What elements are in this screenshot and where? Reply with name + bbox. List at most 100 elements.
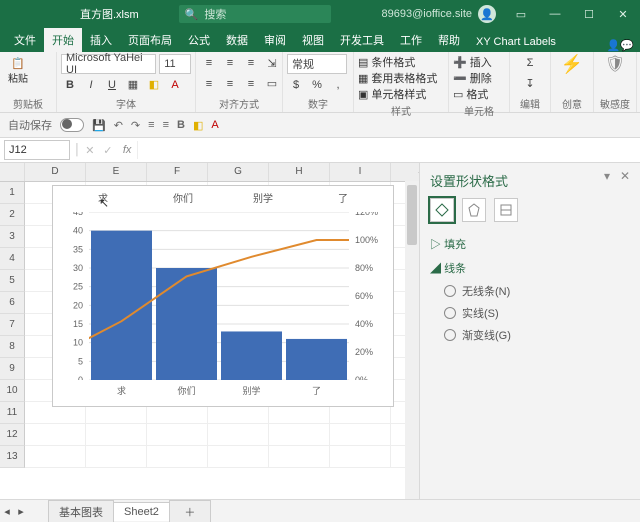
- new-sheet-icon[interactable]: ＋: [169, 500, 211, 522]
- fill-section[interactable]: ▷ 填充: [430, 236, 630, 252]
- percent-icon[interactable]: %: [308, 76, 326, 94]
- tab-layout[interactable]: 页面布局: [120, 28, 180, 52]
- currency-icon[interactable]: $: [287, 76, 305, 94]
- tab-work[interactable]: 工作: [392, 28, 430, 52]
- tab-data[interactable]: 数据: [218, 28, 256, 52]
- select-all-corner[interactable]: [0, 163, 25, 181]
- font-name-combo[interactable]: Microsoft YaHei UI: [61, 54, 156, 74]
- comments-icon[interactable]: 💬: [620, 39, 634, 52]
- row-header[interactable]: 8: [0, 336, 25, 358]
- name-box[interactable]: J12: [4, 140, 70, 160]
- vertical-scrollbar[interactable]: [405, 181, 419, 499]
- tab-insert[interactable]: 插入: [82, 28, 120, 52]
- enter-formula-icon[interactable]: ✓: [99, 141, 117, 159]
- row-header[interactable]: 6: [0, 292, 25, 314]
- qat-align-left-icon[interactable]: ≡: [148, 119, 154, 131]
- tab-home[interactable]: 开始: [44, 28, 82, 52]
- sheet-nav-first-icon[interactable]: ◂: [0, 505, 14, 518]
- save-icon[interactable]: 💾: [92, 119, 106, 132]
- border-button[interactable]: ▦: [124, 76, 142, 94]
- underline-button[interactable]: U: [103, 76, 121, 94]
- redo-icon[interactable]: ↷: [131, 119, 140, 132]
- size-tab-icon[interactable]: [494, 198, 518, 222]
- align-center-icon[interactable]: ≡: [221, 75, 239, 93]
- col-header[interactable]: G: [208, 163, 269, 181]
- align-top-icon[interactable]: ≡: [200, 54, 218, 72]
- search-box[interactable]: 🔍 搜索: [179, 5, 331, 23]
- minimize-icon[interactable]: —: [538, 0, 572, 28]
- align-left-icon[interactable]: ≡: [200, 75, 218, 93]
- autosum-icon[interactable]: Σ: [514, 54, 546, 72]
- autosave-toggle[interactable]: [60, 118, 84, 132]
- sensitivity-icon[interactable]: 🛡: [605, 54, 625, 74]
- table-format-button[interactable]: ▦ 套用表格格式: [358, 70, 444, 86]
- row-header[interactable]: 13: [0, 446, 25, 468]
- font-color-button[interactable]: A: [166, 76, 184, 94]
- row-header[interactable]: 3: [0, 226, 25, 248]
- pane-close-icon[interactable]: ✕: [620, 169, 630, 183]
- cancel-formula-icon[interactable]: ✕: [81, 141, 99, 159]
- close-icon[interactable]: ✕: [606, 0, 640, 28]
- row-header[interactable]: 1: [0, 182, 25, 204]
- radio-solid-line[interactable]: 实线(S): [444, 305, 630, 321]
- sheet-tab[interactable]: 基本图表: [48, 500, 114, 522]
- col-header[interactable]: I: [330, 163, 391, 181]
- paste-button[interactable]: 📋粘贴: [4, 54, 32, 88]
- row-header[interactable]: 9: [0, 358, 25, 380]
- number-format-combo[interactable]: 常规: [287, 54, 347, 74]
- font-size-combo[interactable]: 11: [159, 54, 191, 74]
- align-mid-icon[interactable]: ≡: [221, 54, 239, 72]
- row-header[interactable]: 2: [0, 204, 25, 226]
- tab-xychart[interactable]: XY Chart Labels: [468, 32, 564, 52]
- col-header[interactable]: E: [86, 163, 147, 181]
- tab-view[interactable]: 视图: [294, 28, 332, 52]
- comma-icon[interactable]: ,: [329, 76, 347, 94]
- delete-cells-button[interactable]: ➖ 删除: [453, 70, 505, 86]
- align-right-icon[interactable]: ≡: [242, 75, 260, 93]
- ribbon-display-icon[interactable]: ▭: [504, 0, 538, 28]
- effects-tab-icon[interactable]: [462, 198, 486, 222]
- tab-formula[interactable]: 公式: [180, 28, 218, 52]
- embedded-chart[interactable]: 求 你们 别学 了 ↖ 051015202530354045 0%20%40%6…: [52, 185, 394, 407]
- row-header[interactable]: 7: [0, 314, 25, 336]
- account-label[interactable]: 89693@ioffice.site: [382, 8, 472, 20]
- share-icon[interactable]: 👤: [607, 39, 621, 52]
- merge-icon[interactable]: ▭: [263, 75, 281, 93]
- tab-help[interactable]: 帮助: [430, 28, 468, 52]
- sheet-nav-last-icon[interactable]: ▸: [14, 505, 28, 518]
- tab-dev[interactable]: 开发工具: [332, 28, 392, 52]
- col-header[interactable]: D: [25, 163, 86, 181]
- bold-button[interactable]: B: [61, 76, 79, 94]
- row-header[interactable]: 5: [0, 270, 25, 292]
- fill-line-tab-icon[interactable]: [430, 198, 454, 222]
- row-header[interactable]: 10: [0, 380, 25, 402]
- qat-bold-icon[interactable]: B: [177, 119, 185, 131]
- fx-icon[interactable]: fx: [117, 144, 138, 156]
- format-cells-button[interactable]: ▭ 格式: [453, 86, 505, 102]
- row-header[interactable]: 11: [0, 402, 25, 424]
- formula-input[interactable]: [137, 141, 640, 159]
- cell-style-button[interactable]: ▣ 单元格样式: [358, 86, 444, 102]
- col-header[interactable]: H: [269, 163, 330, 181]
- cond-format-button[interactable]: ▤ 条件格式: [358, 54, 444, 70]
- undo-icon[interactable]: ↶: [114, 119, 123, 132]
- italic-button[interactable]: I: [82, 76, 100, 94]
- fill-icon[interactable]: ↧: [514, 75, 546, 93]
- ideas-icon[interactable]: ⚡: [561, 54, 583, 75]
- qat-fill-color-icon[interactable]: ◧: [193, 119, 203, 132]
- maximize-icon[interactable]: ☐: [572, 0, 606, 28]
- col-header[interactable]: F: [147, 163, 208, 181]
- pane-menu-icon[interactable]: ▾: [604, 169, 610, 183]
- radio-gradient-line[interactable]: 渐变线(G): [444, 327, 630, 343]
- qat-font-color-icon[interactable]: A: [211, 119, 218, 131]
- sheet-tab[interactable]: Sheet2: [113, 502, 170, 521]
- fill-color-button[interactable]: ◧: [145, 76, 163, 94]
- avatar[interactable]: 👤: [478, 5, 496, 23]
- insert-cells-button[interactable]: ➕ 插入: [453, 54, 505, 70]
- worksheet[interactable]: D E F G H I J 12345678910111213 求 你们 别学 …: [0, 163, 419, 499]
- row-header[interactable]: 4: [0, 248, 25, 270]
- tab-file[interactable]: 文件: [6, 28, 44, 52]
- qat-align-center-icon[interactable]: ≡: [163, 119, 169, 131]
- radio-no-line[interactable]: 无线条(N): [444, 283, 630, 299]
- orient-icon[interactable]: ⇲: [263, 54, 281, 72]
